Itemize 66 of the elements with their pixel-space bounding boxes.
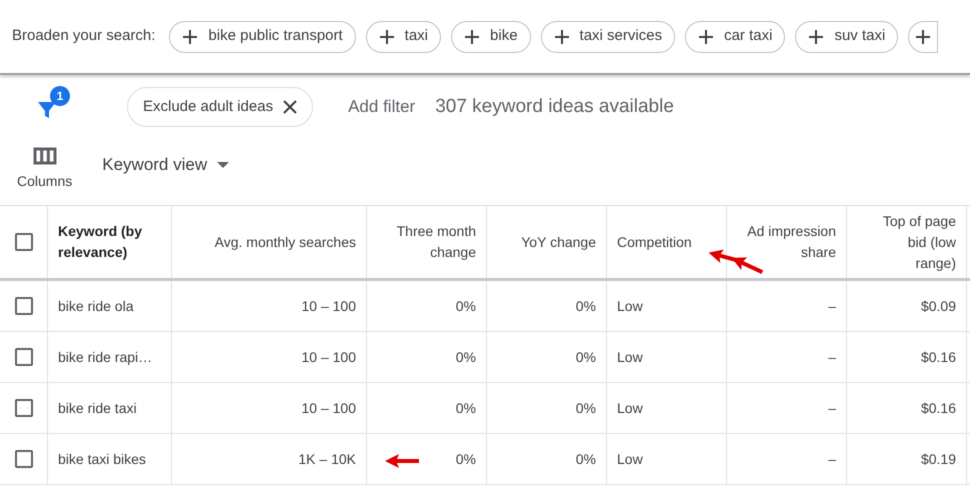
table-cell-text: 0%: [576, 296, 596, 316]
columns-button[interactable]: Columns: [17, 147, 72, 192]
table-cell-text: 0%: [456, 450, 476, 468]
table-cell-text: Low: [617, 398, 643, 418]
caret-icon: [217, 162, 230, 168]
column-header[interactable]: Keyword (by relevance): [58, 221, 161, 263]
checkbox[interactable]: [14, 297, 32, 315]
table-cell-text: –: [828, 296, 836, 316]
filter-chip-label: Exclude adult ideas: [143, 96, 274, 117]
table-cell-text: –: [828, 398, 836, 418]
table-cell-text: 1K – 10K: [298, 450, 356, 468]
table-cell-text: bike ride ola: [58, 296, 134, 316]
table-cell-text: 10 – 100: [302, 398, 356, 418]
arrow-icon: [385, 454, 419, 468]
checkbox[interactable]: [14, 233, 32, 251]
table-cell-text: Low: [617, 348, 643, 366]
plus-icon: [808, 28, 824, 44]
column-header[interactable]: Competition: [617, 232, 692, 252]
close-icon[interactable]: [283, 100, 298, 114]
column-header[interactable]: Three month change: [377, 221, 476, 263]
table-cell-text: bike taxi bikes: [58, 450, 146, 468]
suggestion-chip[interactable]: taxi services: [540, 20, 676, 52]
suggestion-chip[interactable]: bike public transport: [169, 20, 356, 52]
table-cell-text: 10 – 100: [302, 348, 356, 366]
filter-chip[interactable]: Exclude adult ideas: [127, 87, 314, 127]
table-cell-text: $0.19: [920, 450, 956, 468]
table-cell-text: 10 – 100: [302, 296, 356, 316]
table-cell-text: bike ride rapi…: [58, 348, 152, 367]
plus-icon: [182, 28, 198, 44]
checkbox[interactable]: [14, 348, 32, 366]
plus-icon: [464, 28, 480, 44]
column-header[interactable]: Avg. monthly searches: [214, 232, 356, 252]
table-cell-text: Low: [617, 296, 643, 316]
table-cell-text: 0%: [576, 398, 596, 418]
table-cell-text: bike ride taxi: [58, 398, 137, 418]
chip-edge[interactable]: [908, 20, 938, 52]
table-cell-text: $0.09: [920, 296, 956, 316]
plus-icon: [554, 28, 570, 44]
keyword-ideas-count: 307 keyword ideas available: [435, 94, 674, 119]
table-cell-text: 0%: [456, 398, 476, 418]
add-filter-button[interactable]: Add filter: [348, 94, 416, 120]
table-cell-text: $0.16: [920, 348, 956, 366]
suggestion-chip[interactable]: bike: [451, 20, 531, 52]
plus-icon: [698, 28, 714, 44]
table-cell-text: –: [828, 450, 836, 468]
columns-icon: [32, 147, 57, 165]
checkbox[interactable]: [14, 399, 32, 417]
filter-count-badge: 1: [50, 86, 70, 106]
suggestion-chip[interactable]: taxi: [366, 20, 442, 52]
column-header[interactable]: Top of page bid (low range): [866, 210, 956, 274]
column-header[interactable]: Ad impression share: [737, 221, 836, 263]
column-header[interactable]: YoY change: [521, 232, 596, 252]
table-cell-text: 0%: [456, 296, 476, 316]
table-cell-text: $0.16: [920, 398, 956, 418]
broaden-label: Broaden your search:: [12, 26, 156, 46]
table-cell-text: 0%: [576, 348, 596, 366]
checkbox[interactable]: [14, 450, 32, 468]
table-cell-text: –: [828, 348, 836, 366]
suggestion-chip[interactable]: car taxi: [685, 20, 786, 52]
table-cell-text: 0%: [456, 348, 476, 366]
table-cell-text: Low: [617, 450, 643, 468]
plus-icon: [378, 28, 395, 44]
table-cell-text: 0%: [576, 450, 596, 468]
suggestion-chip[interactable]: suv taxi: [795, 20, 898, 52]
keyword-view-dropdown[interactable]: Keyword view: [102, 152, 230, 178]
plus-icon: [915, 28, 932, 44]
